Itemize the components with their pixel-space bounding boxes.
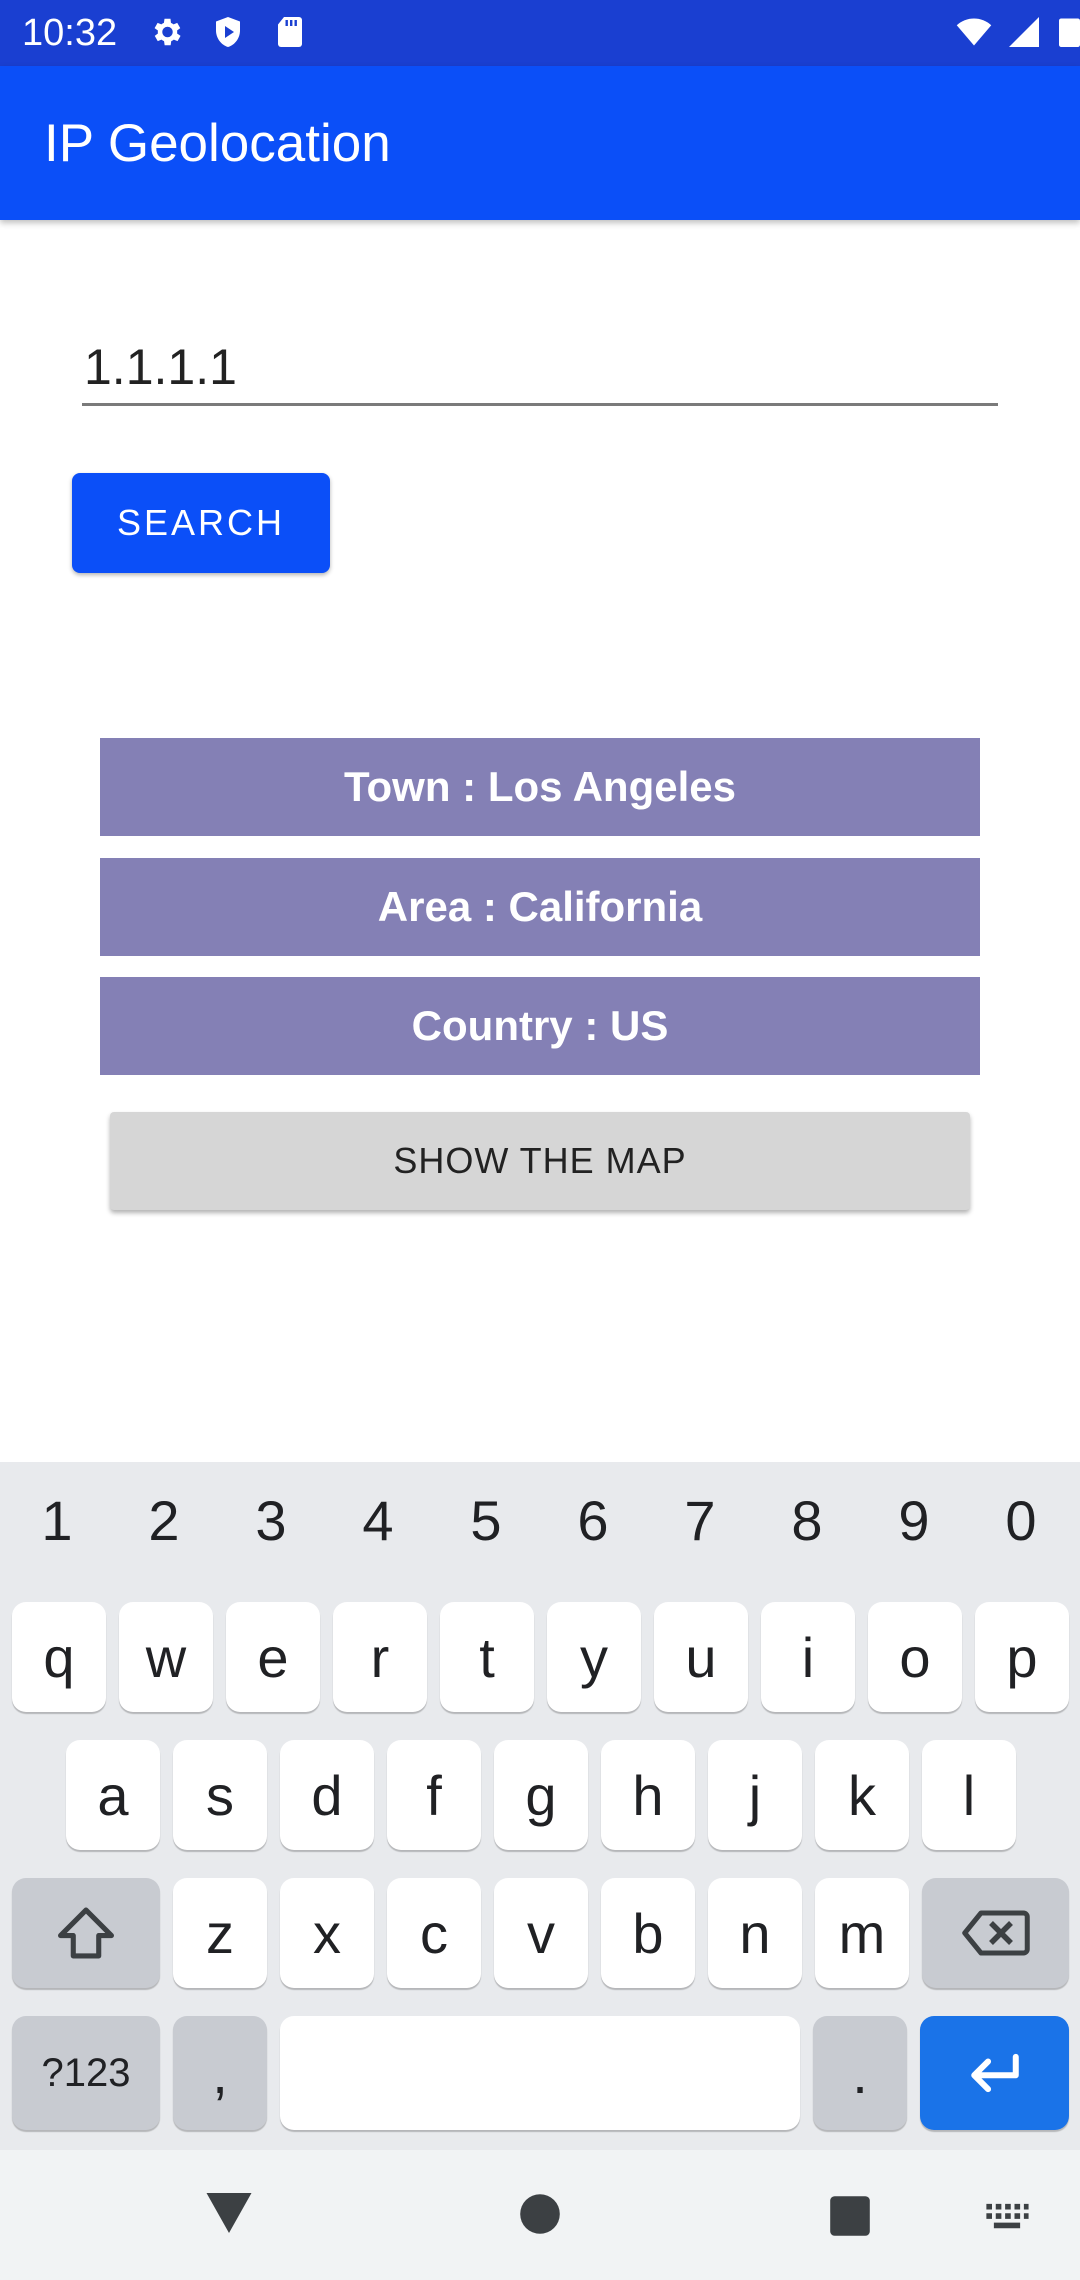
comma-key[interactable]: , [173,2016,267,2130]
key-x[interactable]: x [280,1878,374,1988]
search-button[interactable]: SEARCH [72,473,330,573]
key-4[interactable]: 4 [343,1488,413,1553]
key-r[interactable]: r [333,1602,427,1712]
key-e[interactable]: e [226,1602,320,1712]
shield-icon [216,17,240,47]
key-5[interactable]: 5 [451,1488,521,1553]
key-b[interactable]: b [601,1878,695,1988]
show-map-button[interactable]: SHOW THE MAP [110,1112,970,1210]
key-a[interactable]: a [66,1740,160,1850]
key-7[interactable]: 7 [665,1488,735,1553]
battery-icon [1059,18,1080,47]
key-h[interactable]: h [601,1740,695,1850]
area-result: Area : California [100,858,980,956]
key-n[interactable]: n [708,1878,802,1988]
key-v[interactable]: v [494,1878,588,1988]
screen: 10:32 IP Geolocation 1.1.1.1 SEARCH Town… [0,0,1080,2280]
gear-icon [154,18,181,46]
shift-key[interactable] [12,1878,160,1988]
key-6[interactable]: 6 [558,1488,628,1553]
enter-icon [970,2053,1019,2093]
key-w[interactable]: w [119,1602,213,1712]
key-t[interactable]: t [440,1602,534,1712]
keyboard-switch-icon[interactable] [984,2202,1030,2232]
key-2[interactable]: 2 [129,1488,199,1553]
key-8[interactable]: 8 [772,1488,842,1553]
key-q[interactable]: q [12,1602,106,1712]
backspace-key[interactable] [922,1878,1069,1988]
key-9[interactable]: 9 [879,1488,949,1553]
key-y[interactable]: y [547,1602,641,1712]
key-m[interactable]: m [815,1878,909,1988]
enter-key[interactable] [920,2016,1069,2130]
key-3[interactable]: 3 [236,1488,306,1553]
key-0[interactable]: 0 [986,1488,1056,1553]
key-z[interactable]: z [173,1878,267,1988]
shift-icon [58,1907,114,1959]
key-p[interactable]: p [975,1602,1069,1712]
key-u[interactable]: u [654,1602,748,1712]
key-f[interactable]: f [387,1740,481,1850]
back-icon[interactable] [204,2190,254,2236]
key-j[interactable]: j [708,1740,802,1850]
key-i[interactable]: i [761,1602,855,1712]
key-d[interactable]: d [280,1740,374,1850]
app-bar: IP Geolocation [0,66,1080,220]
key-g[interactable]: g [494,1740,588,1850]
app-title: IP Geolocation [44,114,391,173]
key-o[interactable]: o [868,1602,962,1712]
backspace-icon [961,1910,1030,1956]
sd-card-icon [278,17,302,47]
status-bar: 10:32 [0,0,1080,66]
key-c[interactable]: c [387,1878,481,1988]
town-result: Town : Los Angeles [100,738,980,836]
home-icon[interactable] [518,2192,562,2236]
space-key[interactable] [280,2016,800,2130]
country-result: Country : US [100,977,980,1075]
signal-icon [1009,17,1039,47]
period-key[interactable]: . [813,2016,907,2130]
status-time: 10:32 [22,12,118,54]
navigation-bar [0,2150,1080,2280]
soft-keyboard: 1 2 3 4 5 6 7 8 9 0 q w e r t y u i o p … [0,1462,1080,2150]
key-s[interactable]: s [173,1740,267,1850]
wifi-icon [956,18,992,46]
key-1[interactable]: 1 [22,1488,92,1553]
number-row: 1 2 3 4 5 6 7 8 9 0 [0,1462,1080,1588]
ip-address-input[interactable] [82,330,998,406]
recents-icon[interactable] [828,2194,872,2238]
key-k[interactable]: k [815,1740,909,1850]
key-l[interactable]: l [922,1740,1016,1850]
symbols-key[interactable]: ?123 [12,2016,160,2130]
